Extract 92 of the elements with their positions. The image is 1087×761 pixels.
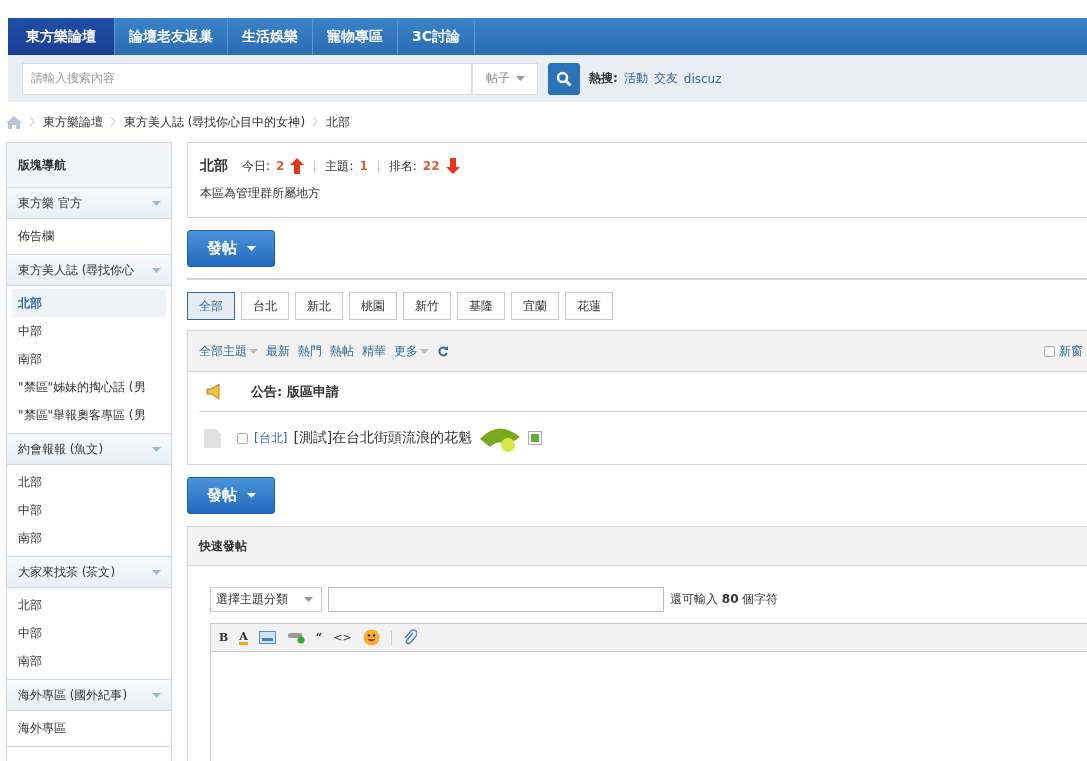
breadcrumb-link[interactable]: 東方美人誌 (尋找你心目中的女神) bbox=[124, 113, 306, 131]
filter-tab[interactable]: 桃園 bbox=[349, 292, 397, 320]
thread-title[interactable]: [測試]在台北街頭流浪的花魁 bbox=[293, 429, 473, 447]
thread-category[interactable]: [台北] bbox=[254, 429, 288, 447]
hot-search-link[interactable]: 活動 bbox=[623, 70, 648, 87]
group-name: 東方樂 官方 bbox=[18, 194, 82, 212]
bold-tool[interactable]: B bbox=[219, 631, 229, 644]
group-name: 約會報報 (魚文) bbox=[18, 440, 104, 458]
search-icon bbox=[556, 70, 572, 87]
stat-label: 排名: bbox=[388, 157, 417, 175]
megaphone-icon bbox=[205, 383, 223, 400]
smiley-icon[interactable] bbox=[362, 629, 380, 646]
caret-icon bbox=[420, 348, 429, 354]
chevron-icon bbox=[313, 116, 319, 128]
announcement-title[interactable]: 公告: 版區申請 bbox=[251, 382, 339, 401]
group-name: 海外專區 (國外紀事) bbox=[18, 686, 128, 704]
breadcrumb-link[interactable]: 東方樂論壇 bbox=[43, 113, 103, 131]
hot-search-link[interactable]: discuz bbox=[683, 71, 722, 86]
font-color-tool[interactable]: A bbox=[239, 630, 248, 645]
post-button[interactable]: 發帖 bbox=[187, 477, 275, 514]
sort-link[interactable]: 全部主題 bbox=[199, 342, 258, 360]
filter-tab[interactable]: 宜蘭 bbox=[511, 292, 559, 320]
filter-tab[interactable]: 基隆 bbox=[457, 292, 505, 320]
hot-search-label: 熱搜: bbox=[589, 70, 618, 87]
new-window-checkbox[interactable]: 新窗 bbox=[1044, 342, 1083, 360]
caret-icon bbox=[304, 597, 313, 602]
image-icon[interactable] bbox=[258, 631, 276, 644]
sort-link[interactable]: 更多 bbox=[394, 342, 429, 360]
caret-icon bbox=[246, 246, 256, 251]
sort-link[interactable]: 最新 bbox=[266, 342, 290, 360]
post-button[interactable]: 發帖 bbox=[187, 230, 275, 267]
quote-tool[interactable]: “ bbox=[315, 631, 323, 644]
chevron-icon bbox=[30, 116, 35, 128]
forum-name: 北部 bbox=[200, 157, 228, 175]
sidebar-item[interactable]: 南部 bbox=[12, 524, 166, 552]
sidebar-group-header[interactable]: 東方樂 官方 bbox=[7, 188, 171, 219]
sidebar-item[interactable]: 中部 bbox=[12, 496, 166, 524]
code-tool[interactable]: <> bbox=[333, 631, 352, 644]
sort-link[interactable]: 精華 bbox=[362, 342, 386, 360]
group-name: 大家來找茶 (茶文) bbox=[18, 563, 116, 581]
sidebar-group-header[interactable]: 大家來找茶 (茶文) bbox=[7, 557, 171, 588]
sidebar-group-header[interactable]: 約會報報 (魚文) bbox=[7, 434, 171, 465]
sidebar-group-header[interactable]: 海外專區 (國外紀事) bbox=[7, 680, 171, 711]
sidebar-item[interactable]: 海外專區 bbox=[12, 714, 166, 742]
quick-post-title: 快速發帖 bbox=[188, 527, 1087, 566]
sidebar-item[interactable]: 中部 bbox=[12, 317, 166, 345]
breadcrumb-link[interactable]: 北部 bbox=[326, 113, 351, 131]
category-select[interactable]: 選擇主題分類 bbox=[210, 587, 322, 612]
sidebar-item[interactable]: 中部 bbox=[12, 619, 166, 647]
stat-value: 2 bbox=[276, 159, 285, 173]
down-arrow-icon bbox=[445, 158, 460, 174]
search-type-select[interactable]: 帖子 bbox=[472, 62, 538, 95]
caret-icon bbox=[246, 493, 256, 498]
character-count-text: 還可輸入 80 個字符 bbox=[670, 591, 779, 608]
filter-tab[interactable]: 花蓮 bbox=[565, 292, 613, 320]
link-icon[interactable] bbox=[286, 631, 305, 644]
sidebar-item[interactable]: "禁區"姊妹的掏心話 (男 bbox=[12, 373, 166, 401]
sort-link[interactable]: 熱帖 bbox=[330, 342, 354, 360]
sidebar-item[interactable]: 北部 bbox=[12, 289, 166, 317]
refresh-icon[interactable] bbox=[437, 345, 449, 357]
sidebar-group-header[interactable]: 東方美人誌 (尋找你心 bbox=[7, 255, 171, 286]
group-name: 東方美人誌 (尋找你心 bbox=[18, 261, 135, 279]
filter-tab[interactable]: 新竹 bbox=[403, 292, 451, 320]
sidebar-item[interactable]: 南部 bbox=[12, 647, 166, 675]
thread-checkbox[interactable] bbox=[237, 432, 248, 444]
caret-icon bbox=[515, 76, 525, 81]
caret-icon bbox=[249, 348, 258, 354]
sort-link[interactable]: 熱門 bbox=[298, 342, 322, 360]
subject-field[interactable] bbox=[328, 587, 664, 612]
nav-tab[interactable]: 東方樂論壇 bbox=[8, 18, 115, 55]
filter-tab[interactable]: 新北 bbox=[295, 292, 343, 320]
stat-value: 22 bbox=[422, 159, 440, 173]
chevron-icon bbox=[111, 116, 116, 128]
sidebar-item[interactable]: "禁區"舉報奧客專區 (男 bbox=[12, 401, 166, 429]
document-icon bbox=[204, 428, 221, 448]
sidebar-item[interactable]: 佈告欄 bbox=[12, 222, 166, 250]
stat-label: 主題: bbox=[325, 157, 354, 175]
filter-tab[interactable]: 全部 bbox=[187, 292, 235, 320]
sidebar-item[interactable]: 北部 bbox=[12, 468, 166, 496]
paperclip-icon[interactable] bbox=[402, 629, 417, 646]
sidebar-item[interactable]: 北部 bbox=[12, 591, 166, 619]
sidebar-title: 版塊導航 bbox=[7, 143, 171, 188]
hot-search-link[interactable]: 交友 bbox=[653, 70, 678, 87]
search-button[interactable] bbox=[548, 62, 580, 95]
editor-area[interactable]: B A “ <> bbox=[210, 623, 1087, 761]
sidebar-item[interactable]: 南部 bbox=[12, 345, 166, 373]
filter-tab[interactable]: 台北 bbox=[241, 292, 289, 320]
stat-value: 1 bbox=[359, 159, 368, 173]
stat-label: 今日: bbox=[242, 157, 271, 175]
forum-description: 本區為管理群所屬地方 bbox=[200, 185, 321, 202]
up-arrow-icon bbox=[290, 158, 305, 174]
image-icon bbox=[528, 431, 543, 445]
